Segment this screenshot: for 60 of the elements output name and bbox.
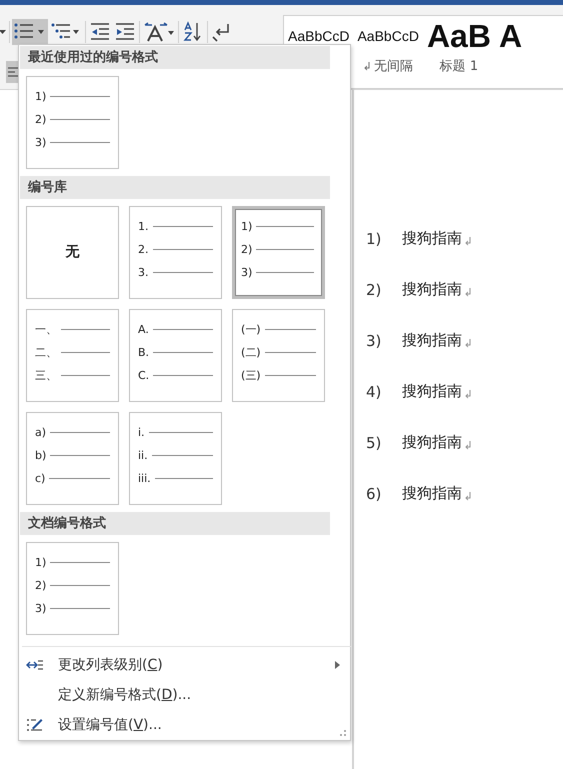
list-number: 1)	[366, 230, 382, 248]
numbering-format-option[interactable]: (一) (二) (三)	[232, 308, 325, 402]
format-label: 1)	[35, 556, 46, 569]
format-label: (一)	[241, 322, 261, 337]
format-label: C.	[138, 368, 150, 382]
style-name: 标题 1	[440, 58, 478, 75]
numbering-format-option[interactable]: i. ii. iii.	[129, 412, 222, 505]
numbering-format-option[interactable]: 1) 2) 3)	[26, 542, 119, 635]
list-item-text: 搜狗指南	[402, 229, 462, 248]
list-number: 5)	[366, 434, 382, 452]
format-label: 2)	[35, 112, 46, 126]
style-preview[interactable]: AaB	[426, 16, 491, 56]
format-label: 3)	[241, 266, 252, 279]
menu-item[interactable]: 更改列表级别(C)	[20, 650, 350, 680]
style-preview[interactable]: A	[498, 16, 522, 56]
format-label: B.	[138, 346, 150, 359]
numbering-format-option[interactable]: A. B. C.	[129, 308, 222, 402]
format-label: A.	[138, 322, 149, 336]
format-label: 1)	[241, 220, 252, 233]
format-label: c)	[35, 472, 46, 485]
format-label: (三)	[241, 368, 261, 383]
no-numbering-option[interactable]: 无	[26, 206, 119, 299]
section-header: 最近使用过的编号格式	[20, 46, 330, 69]
format-label: 3)	[35, 602, 46, 615]
format-label: 1)	[35, 90, 46, 103]
format-label: 2.	[138, 242, 148, 256]
format-label: ii.	[138, 448, 148, 462]
list-item-text: 搜狗指南	[402, 280, 462, 299]
list-number: 6)	[366, 484, 382, 502]
format-label: a)	[35, 426, 46, 439]
list-number: 3)	[366, 332, 382, 350]
list-item-text: 搜狗指南	[402, 382, 462, 401]
numbering-format-option[interactable]: 1. 2. 3.	[129, 206, 222, 299]
list-number: 4)	[366, 382, 382, 400]
format-label: iii.	[138, 472, 151, 485]
style-name: 无间隔	[374, 58, 414, 75]
section-header: 编号库	[20, 176, 330, 199]
list-item-text: 搜狗指南	[402, 484, 462, 503]
format-label: 三、	[35, 368, 57, 383]
format-label: b)	[35, 448, 46, 462]
numbering-format-option[interactable]: a) b) c)	[26, 412, 119, 505]
list-number: 2)	[366, 280, 382, 298]
list-item-text: 搜狗指南	[402, 331, 462, 350]
numbering-format-option[interactable]: 一、 二、 三、	[26, 308, 119, 402]
format-label: 3)	[35, 136, 46, 149]
numbering-format-option[interactable]: 1) 2) 3)	[232, 206, 325, 299]
format-label: 二、	[35, 344, 57, 360]
format-label: 一、	[35, 322, 57, 337]
list-item-text: 搜狗指南	[402, 433, 462, 452]
menu-item[interactable]: 设置编号值(V)...	[20, 710, 350, 740]
menu-item[interactable]: 定义新编号格式(D)...	[20, 680, 350, 710]
format-label: (二)	[241, 344, 261, 360]
section-header: 文档编号格式	[20, 512, 330, 535]
format-label: 3.	[138, 266, 148, 279]
numbering-format-option[interactable]: 1) 2) 3)	[26, 76, 119, 169]
format-label: 1.	[138, 220, 148, 233]
style-preview[interactable]: AaBbCcD	[357, 16, 419, 56]
format-label: i.	[138, 426, 145, 439]
format-label: 2)	[35, 578, 46, 592]
format-label: 2)	[241, 242, 252, 256]
